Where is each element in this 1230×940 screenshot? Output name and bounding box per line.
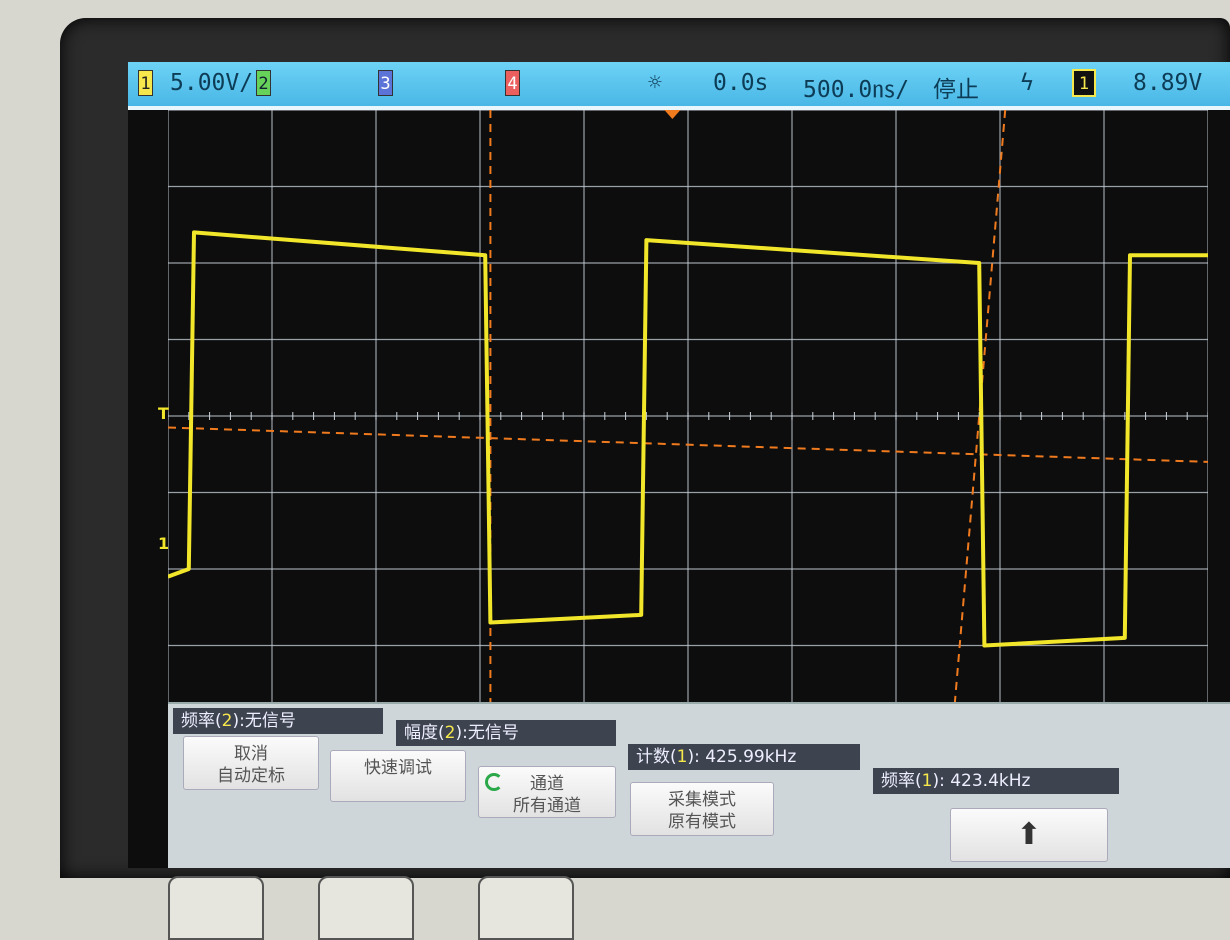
measurement-freq-ch1: 频率(1): 423.4kHz <box>873 768 1119 794</box>
channels-all-button[interactable]: 通道 所有通道 <box>478 766 616 818</box>
trigger-delay: 0.0s <box>713 70 769 96</box>
channel-1-badge[interactable]: 1 <box>138 70 153 96</box>
hardware-softkey-2[interactable] <box>318 876 414 940</box>
measurement-freq-ch2: 频率(2):无信号 <box>173 708 383 734</box>
trigger-level: 8.89V <box>1133 70 1203 96</box>
channel-3-badge[interactable]: 3 <box>378 70 393 96</box>
run-state: 停止 <box>933 77 979 103</box>
channel-2-badge[interactable]: 2 <box>256 70 271 96</box>
hardware-softkey-3[interactable] <box>478 876 574 940</box>
hardware-softkey-1[interactable] <box>168 876 264 940</box>
waveform-plot <box>168 110 1208 722</box>
channel-1-ground-marker: 1 <box>158 534 170 553</box>
cancel-autoscale-button[interactable]: 取消 自动定标 <box>183 736 319 790</box>
timebase-scale: 500.0㎱/ <box>803 77 910 103</box>
acquisition-sun-icon: ☼ <box>648 70 662 96</box>
acquisition-mode-button[interactable]: 采集模式 原有模式 <box>630 782 774 836</box>
softkey-panel: 频率(2):无信号 幅度(2):无信号 计数(1): 425.99kHz 频率(… <box>168 702 1230 868</box>
status-bar: 1 5.00V/ 2 3 4 ☼ 0.0s 500.0㎱/ 停止 ϟ 1 8.8… <box>128 62 1230 110</box>
trigger-position-marker <box>664 110 681 119</box>
quick-debug-button[interactable]: 快速调试 <box>330 750 466 802</box>
waveform-area <box>168 110 1208 722</box>
channel-1-scale: 5.00V/ <box>170 70 254 96</box>
refresh-icon <box>485 773 503 791</box>
rising-edge-icon: ϟ <box>1020 70 1034 96</box>
oscilloscope-screen: 1 5.00V/ 2 3 4 ☼ 0.0s 500.0㎱/ 停止 ϟ 1 8.8… <box>128 62 1230 868</box>
up-arrow-button[interactable]: ⬆ <box>950 808 1108 862</box>
trigger-source-badge[interactable]: 1 <box>1072 69 1096 97</box>
measurement-count-ch1: 计数(1): 425.99kHz <box>628 744 860 770</box>
channel-4-badge[interactable]: 4 <box>505 70 520 96</box>
trigger-level-marker: T <box>158 404 169 423</box>
up-arrow-icon: ⬆ <box>1016 817 1042 852</box>
measurement-amplitude-ch2: 幅度(2):无信号 <box>396 720 616 746</box>
